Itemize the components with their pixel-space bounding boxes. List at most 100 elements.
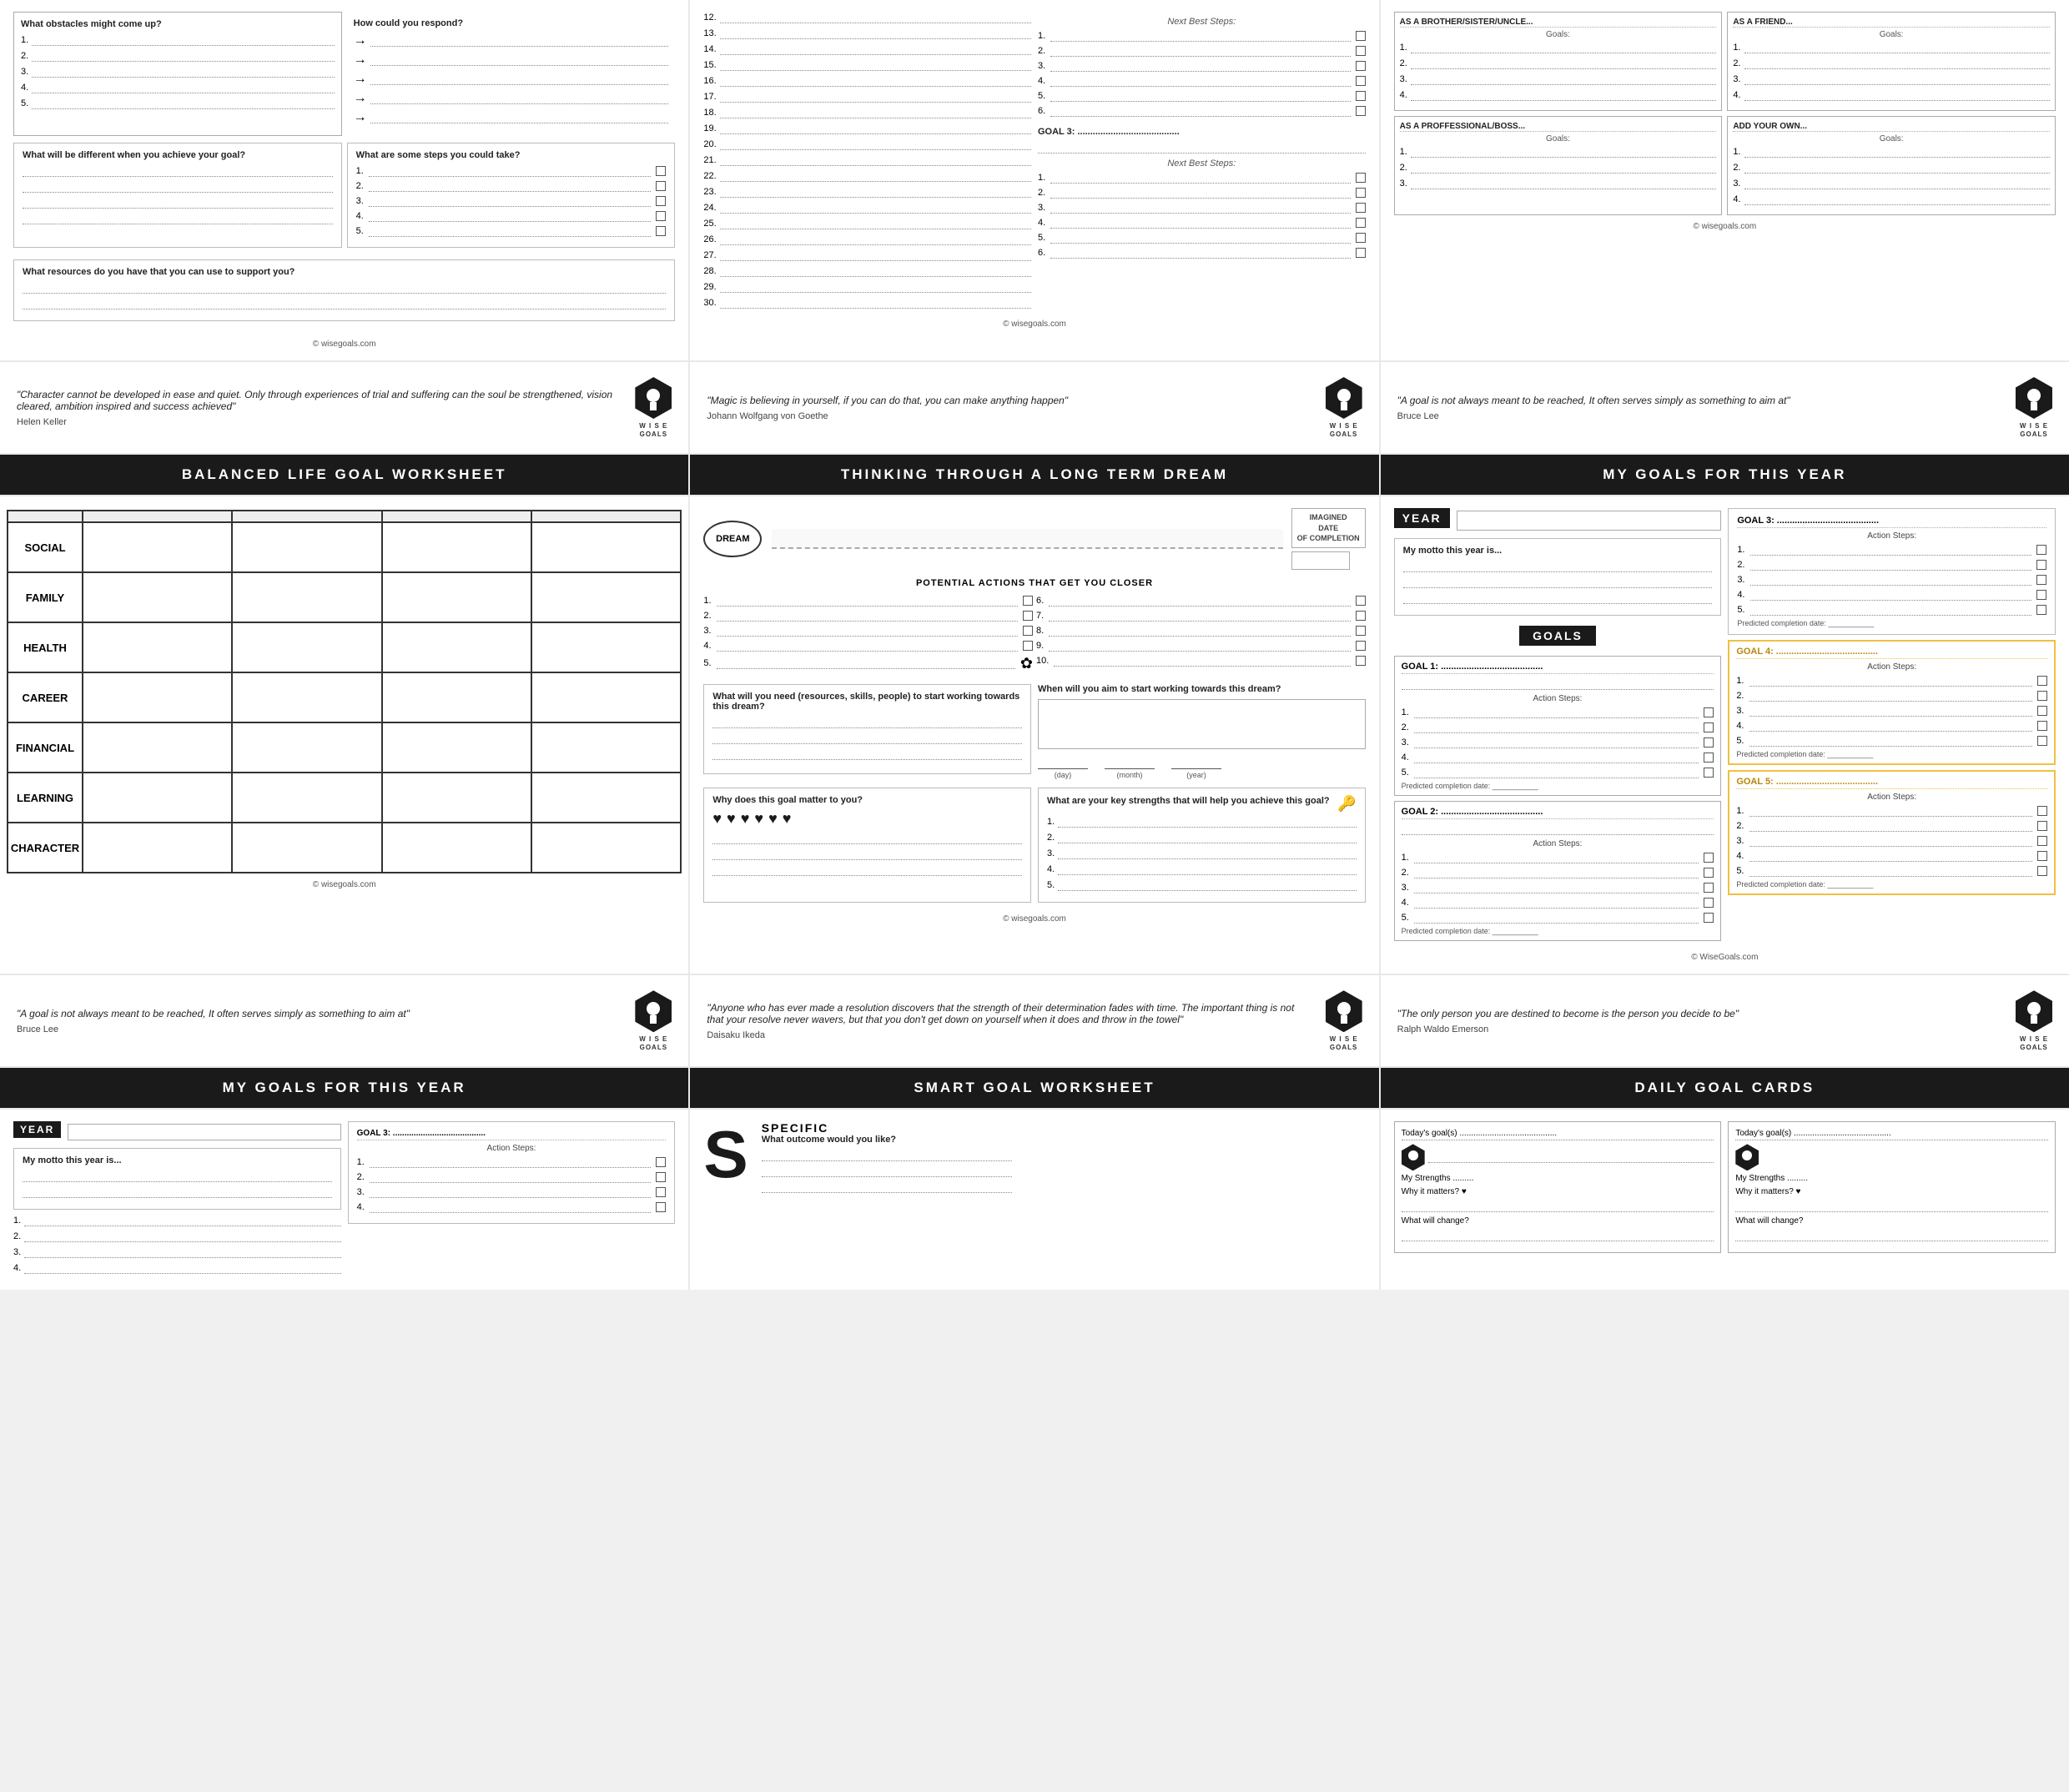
specific-label: SPECIFIC bbox=[762, 1121, 999, 1135]
blg-financial-4 bbox=[531, 722, 681, 773]
start-input-area[interactable] bbox=[1038, 699, 1366, 749]
goal5-title: GOAL 5: ................................… bbox=[1736, 777, 2047, 789]
wise-logo-q2-left: W I S EGOALS bbox=[635, 990, 672, 1051]
card1-logo-row bbox=[1402, 1144, 1714, 1174]
blg-career-1 bbox=[83, 672, 232, 722]
bottom-goal3-title: GOAL 3: ................................… bbox=[357, 1129, 667, 1140]
wise-logo-middle: W I S EGOALS bbox=[1326, 377, 1362, 438]
next-best-steps-1-title: Next Best Steps: bbox=[1038, 17, 1366, 27]
bottom-motto-label: My motto this year is... bbox=[23, 1155, 332, 1165]
completion-3: Predicted completion date: ___________ bbox=[1737, 619, 2046, 627]
obstacle-3: 3. bbox=[21, 66, 335, 78]
heart-6: ♥ bbox=[783, 810, 792, 828]
arrow-icon-3: → bbox=[354, 72, 367, 87]
goals-copyright: © WiseGoals.com bbox=[1394, 953, 2056, 962]
key-icon: 🔑 bbox=[1337, 795, 1356, 813]
quote2-middle: "Anyone who has ever made a resolution d… bbox=[690, 975, 1378, 1066]
step-4: 4. bbox=[356, 210, 667, 222]
nbs-cb-2 bbox=[1356, 46, 1366, 56]
bottom-year-input[interactable] bbox=[68, 1124, 340, 1140]
imagined-date-input[interactable] bbox=[1291, 551, 1350, 570]
quote-right-content: "A goal is not always meant to be reache… bbox=[1397, 395, 1790, 421]
left-copyright: © wisegoals.com bbox=[13, 340, 675, 349]
blg-career-3 bbox=[382, 672, 531, 722]
why-title: Why does this goal matter to you? bbox=[712, 795, 1022, 805]
card1-title: Today's goal(s) ........................… bbox=[1402, 1129, 1714, 1140]
bottom-year-row: YEAR bbox=[13, 1121, 341, 1143]
blg-family-1 bbox=[83, 572, 232, 622]
blg-family-2 bbox=[232, 572, 381, 622]
bottom-goals-content: YEAR My motto this year is... 1. 2. 3. 4… bbox=[13, 1121, 675, 1278]
quote-left-text: "Character cannot be developed in ease a… bbox=[17, 389, 622, 412]
dream-input-line[interactable] bbox=[772, 529, 1282, 549]
strengths-label-2: My Strengths ......... bbox=[1735, 1174, 1808, 1183]
respond-1: → bbox=[354, 33, 669, 48]
blg-character-3 bbox=[382, 823, 531, 873]
blg-career-4 bbox=[531, 672, 681, 722]
steps-section: What are some steps you could take? 1. 2… bbox=[347, 143, 676, 248]
arrow-icon-2: → bbox=[354, 53, 367, 68]
quote2-left-content: "A goal is not always meant to be reache… bbox=[17, 1008, 410, 1034]
strengths-label: My Strengths ......... bbox=[1402, 1174, 1474, 1183]
year-input[interactable] bbox=[1457, 511, 1722, 531]
heart-2: ♥ bbox=[727, 810, 736, 828]
arrow-icon-4: → bbox=[354, 91, 367, 106]
g3-nbs-6: 6. bbox=[1038, 247, 1366, 259]
g3-nbs-1: 1. bbox=[1038, 172, 1366, 184]
g3-cb-5 bbox=[1356, 233, 1366, 243]
top-left-panel: What obstacles might come up? 1. 2. 3. 4… bbox=[0, 0, 688, 360]
num-17: 17. bbox=[703, 91, 1031, 103]
balanced-life-copyright: © wisegoals.com bbox=[7, 880, 682, 889]
nbs-6: 6. bbox=[1038, 105, 1366, 117]
quote2-right-content: "The only person you are destined to bec… bbox=[1397, 1008, 1739, 1034]
num-24: 24. bbox=[703, 202, 1031, 214]
goal4-title: GOAL 4: ................................… bbox=[1736, 647, 2047, 659]
flower-icon: ✿ bbox=[1020, 655, 1033, 672]
blg-health-1 bbox=[83, 622, 232, 672]
nbs-cb-1 bbox=[1356, 31, 1366, 41]
quote-middle-text: "Magic is believing in yourself, if you … bbox=[707, 395, 1068, 406]
num-18: 18. bbox=[703, 107, 1031, 118]
g3-cb-1 bbox=[1356, 173, 1366, 183]
change-label-2: What will change? bbox=[1735, 1216, 1803, 1226]
strengths-title: What are your key strengths that will he… bbox=[1047, 796, 1334, 806]
goal4-block: GOAL 4: ................................… bbox=[1728, 640, 2056, 765]
num-29: 29. bbox=[703, 281, 1031, 293]
goal5-block: GOAL 5: ................................… bbox=[1728, 770, 2056, 895]
heart-3: ♥ bbox=[741, 810, 750, 828]
start-date-section: When will you aim to start working towar… bbox=[1038, 684, 1366, 779]
completion-4: Predicted completion date: ___________ bbox=[1736, 750, 2047, 758]
nbs-3: 3. bbox=[1038, 60, 1366, 72]
daily-cards-header: DAILY GOAL CARDS bbox=[1381, 1068, 2069, 1108]
goals-this-year-header: MY GOALS FOR THIS YEAR bbox=[1381, 455, 2069, 495]
next-best-steps-section: Next Best Steps: 1. 2. 3. 4. 5. 6. GOAL … bbox=[1038, 12, 1366, 313]
step-3: 3. bbox=[356, 195, 667, 207]
g3-nbs-3: 3. bbox=[1038, 202, 1366, 214]
month-field: (month) bbox=[1105, 756, 1155, 779]
blg-col1 bbox=[83, 511, 232, 522]
year-row: YEAR bbox=[1394, 508, 1722, 533]
resources-section: What resources do you have that you can … bbox=[13, 259, 675, 321]
card1-logo bbox=[1402, 1144, 1425, 1170]
daily-card-2: Today's goal(s) ........................… bbox=[1728, 1121, 2056, 1253]
quote2-right-author: Ralph Waldo Emerson bbox=[1397, 1024, 1739, 1034]
friend-panel: AS A FRIEND... Goals: 1. 2. 3. 4. bbox=[1727, 12, 2056, 111]
professional-goals-label: Goals: bbox=[1400, 134, 1717, 143]
g3-cb-6 bbox=[1356, 248, 1366, 258]
potential-right: 6. 7. 8. 9. 10. bbox=[1036, 595, 1366, 676]
blg-financial-label: FINANCIAL bbox=[8, 722, 83, 773]
quote-left: "Character cannot be developed in ease a… bbox=[0, 362, 688, 453]
different-title: What will be different when you achieve … bbox=[23, 150, 333, 160]
blg-financial-3 bbox=[382, 722, 531, 773]
year-field: (year) bbox=[1171, 756, 1221, 779]
num-20: 20. bbox=[703, 138, 1031, 150]
top-right-panel: AS A BROTHER/SISTER/UNCLE... Goals: 1. 2… bbox=[1381, 0, 2069, 360]
heart-icons-row: ♥ ♥ ♥ ♥ ♥ ♥ bbox=[712, 810, 1022, 828]
quote-right-text: "A goal is not always meant to be reache… bbox=[1397, 395, 1790, 406]
goals-this-year-panel: YEAR My motto this year is... GOALS GOAL… bbox=[1381, 496, 2069, 974]
blg-learning-1 bbox=[83, 773, 232, 823]
resources-title: What resources do you have that you can … bbox=[23, 267, 666, 277]
blg-character-label: CHARACTER bbox=[8, 823, 83, 873]
checkbox-3 bbox=[656, 196, 666, 206]
blg-health-4 bbox=[531, 622, 681, 672]
